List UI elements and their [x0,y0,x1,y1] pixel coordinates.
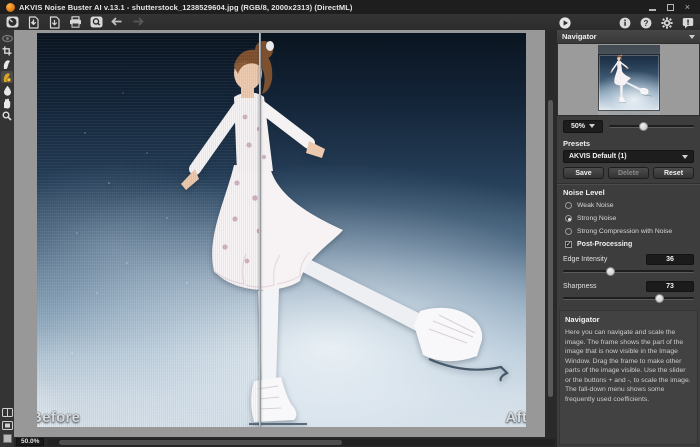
horizontal-scrollbar-thumb[interactable] [59,440,343,445]
chevron-down-icon [589,124,595,128]
navigator-thumbnail[interactable] [598,45,660,115]
image-view[interactable]: Before After [37,33,526,427]
app-window: AKVIS Noise Buster AI v.13.1 - shutterst… [0,0,700,447]
chevron-down-icon [682,155,688,159]
zoom-slider-handle[interactable] [639,122,648,131]
edge-intensity-slider-handle[interactable] [606,267,615,276]
toolbar-right-group: ? [618,16,695,29]
open-image-icon[interactable] [26,16,40,29]
run-processing-icon[interactable] [559,16,571,28]
info-icon[interactable] [618,16,632,29]
radio-strong-compression[interactable]: Strong Compression with Noise [557,225,700,238]
toolbar-left-group [0,16,145,29]
maximize-icon[interactable] [667,4,674,11]
radio-icon-selected[interactable] [565,215,572,222]
print-icon[interactable] [68,16,82,29]
history-brush-icon[interactable] [1,58,13,70]
zoom-dropdown[interactable]: 50% [563,120,603,133]
zoom-dropdown-value: 50% [571,123,585,130]
navigator-zoom-slider[interactable] [609,122,694,131]
window-controls: × [649,3,694,12]
navigator-title: Navigator [562,32,597,41]
save-image-icon[interactable] [47,16,61,29]
navigator-header-bar[interactable]: Navigator [557,30,700,44]
edge-intensity-label: Edge Intensity [563,256,607,263]
app-logo-icon [6,3,15,12]
status-bar: 50.0% [14,437,557,447]
radio-label: Weak Noise [577,202,614,209]
gear-icon[interactable] [660,16,674,29]
toolbar: ? [0,14,700,30]
checkbox-label: Post-Processing [577,241,632,248]
sharpness-slider[interactable] [563,294,694,303]
split-view-icon[interactable] [1,406,13,418]
sharpness-slider-handle[interactable] [655,294,664,303]
feedback-icon[interactable] [681,16,695,29]
noise-brush-icon[interactable] [1,71,13,83]
radio-icon[interactable] [565,228,572,235]
left-tool-panel [0,30,14,447]
hints-text: Here you can navigate and scale the imag… [565,328,692,404]
redo-icon[interactable] [131,16,145,29]
close-icon[interactable]: × [685,3,690,12]
undo-icon[interactable] [110,16,124,29]
zoom-percentage[interactable]: 50.0% [16,438,44,446]
workspace-gauge-icon[interactable] [5,16,19,29]
quick-preview-icon[interactable] [1,32,13,44]
help-icon[interactable]: ? [639,16,653,29]
navigator-dim-top [598,45,660,54]
vertical-scrollbar-thumb[interactable] [548,100,553,397]
preset-buttons: Save Delete Reset [557,163,700,184]
radio-icon[interactable] [565,202,572,209]
blur-drop-icon[interactable] [1,84,13,96]
save-button[interactable]: Save [563,167,604,179]
background-square-icon[interactable] [1,432,13,444]
zoom-tool-icon[interactable] [1,110,13,122]
hints-header: Navigator [565,315,692,324]
navigator-thumbnail-area[interactable] [557,44,700,116]
vertical-scrollbar[interactable] [545,30,557,447]
edge-intensity-value[interactable]: 36 [646,254,694,265]
before-label: Before [37,409,80,426]
navigator-zoom-row: 50% [557,116,700,136]
presets-label: Presets [557,136,700,150]
reset-button[interactable]: Reset [653,167,694,179]
radio-label: Strong Noise [577,215,616,222]
preset-dropdown[interactable]: AKVIS Default (1) [563,150,694,163]
frame-view-icon[interactable] [1,419,13,431]
sharpness-label: Sharpness [563,283,596,290]
checkbox-icon-checked[interactable]: ✓ [565,241,572,248]
settings-panel: Navigator 50% Presets AKVIS [557,30,700,447]
svg-text:?: ? [644,19,649,28]
hints-area: Navigator Here you can navigate and scal… [559,310,698,445]
navigator-dim-bottom [598,111,660,115]
edge-intensity-slider[interactable] [563,267,694,276]
before-noise-overlay [37,33,260,427]
smudge-hand-icon[interactable] [1,97,13,109]
preset-dropdown-value: AKVIS Default (1) [569,153,627,160]
noise-level-header: Noise Level [557,185,700,199]
chevron-down-icon[interactable] [689,35,695,39]
after-label: After [505,409,526,426]
window-title: AKVIS Noise Buster AI v.13.1 - shutterst… [19,3,353,12]
radio-label: Strong Compression with Noise [577,228,672,235]
delete-button[interactable]: Delete [608,167,649,179]
radio-weak-noise[interactable]: Weak Noise [557,199,700,212]
radio-strong-noise[interactable]: Strong Noise [557,212,700,225]
title-bar: AKVIS Noise Buster AI v.13.1 - shutterst… [0,0,700,14]
share-preview-icon[interactable] [89,16,103,29]
horizontal-scrollbar[interactable] [48,439,555,446]
crop-icon[interactable] [1,45,13,57]
image-workspace[interactable]: Before After [14,30,545,437]
before-after-split-handle[interactable] [259,33,261,427]
sharpness-value[interactable]: 73 [646,281,694,292]
minimize-icon[interactable] [649,4,656,11]
navigator-view-frame[interactable] [598,54,660,111]
post-processing-row[interactable]: ✓ Post-Processing [557,238,700,252]
